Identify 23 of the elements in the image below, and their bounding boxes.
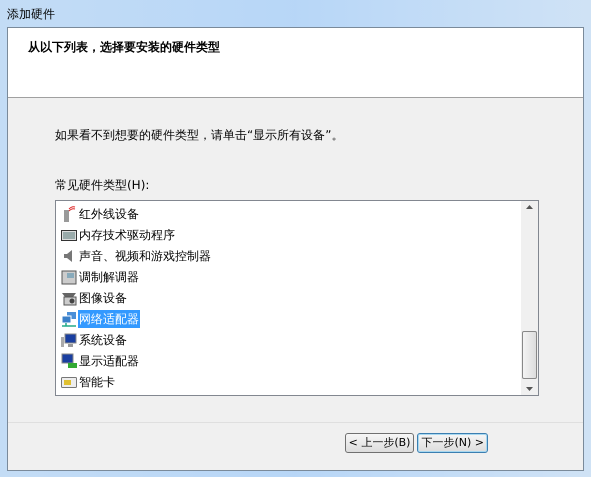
hardware-type-item[interactable]: 显示适配器 xyxy=(78,352,140,370)
infrared-device-icon xyxy=(61,206,77,222)
hardware-type-item[interactable]: 声音、视频和游戏控制器 xyxy=(78,246,212,264)
list-label: 常见硬件类型(H): xyxy=(55,177,150,194)
scroll-up-icon[interactable] xyxy=(526,205,533,209)
display-adapter-icon xyxy=(61,352,77,368)
network-computers-icon xyxy=(61,310,77,326)
instruction-text: 如果看不到想要的硬件类型，请单击“显示所有设备”。 xyxy=(55,127,344,144)
hardware-type-item[interactable]: 红外线设备 xyxy=(78,204,140,222)
hardware-type-item[interactable]: 内存技术驱动程序 xyxy=(78,226,176,244)
back-button[interactable]: < 上一步(B) xyxy=(344,433,414,453)
computer-icon xyxy=(61,332,77,348)
hardware-type-item[interactable]: 智能卡 xyxy=(78,372,116,390)
modem-icon xyxy=(61,268,77,284)
next-button[interactable]: 下一步(N) > xyxy=(417,433,488,453)
scroll-thumb[interactable] xyxy=(522,331,537,379)
hardware-type-item[interactable]: 系统设备 xyxy=(78,330,128,348)
window-title: 添加硬件 xyxy=(6,6,56,22)
scroll-down-icon[interactable] xyxy=(526,387,533,391)
hardware-type-item[interactable]: 调制解调器 xyxy=(78,268,140,286)
hardware-type-item[interactable]: 图像设备 xyxy=(78,288,128,306)
scrollbar[interactable] xyxy=(521,201,538,395)
header-title: 从以下列表，选择要安装的硬件类型 xyxy=(28,40,220,54)
